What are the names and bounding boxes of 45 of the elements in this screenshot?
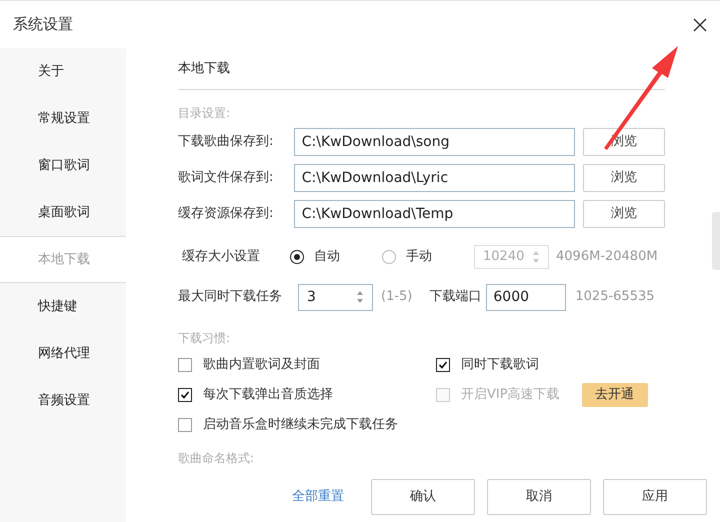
range-hint: (1-5): [381, 288, 412, 306]
task-count-field[interactable]: 3: [298, 284, 373, 310]
field-label: 下载端口: [429, 288, 482, 306]
dialog-button[interactable]: 取消: [487, 479, 591, 515]
field-label: 最大同时下载任务: [178, 288, 283, 306]
port-field[interactable]: 6000: [486, 284, 566, 310]
browse-button[interactable]: 浏览: [583, 164, 665, 192]
window-title: 系统设置: [13, 14, 73, 36]
radio-button[interactable]: [382, 250, 396, 264]
sidebar-item[interactable]: 快捷键: [0, 283, 126, 330]
dialog-button[interactable]: 应用: [603, 479, 707, 515]
radio-label: 手动: [406, 248, 432, 266]
checkbox[interactable]: [178, 388, 192, 402]
field-label: 缓存大小设置: [181, 248, 261, 266]
sidebar-item[interactable]: 网络代理: [0, 330, 126, 377]
checkbox[interactable]: [178, 358, 192, 372]
range-hint: 4096M-20480M: [556, 248, 658, 266]
path-field[interactable]: C:\KwDownload\Temp: [294, 200, 576, 228]
sidebar-item[interactable]: 窗口歌词: [0, 142, 126, 189]
checkbox-label: 歌曲内置歌词及封面: [203, 356, 320, 374]
checkbox-label: 开启VIP高速下载: [461, 386, 560, 404]
group-label: 歌曲命名格式:: [178, 450, 256, 467]
group-label: 下载习惯:: [178, 330, 232, 347]
checkbox-label: 启动音乐盒时继续未完成下载任务: [203, 416, 398, 434]
field-label: 歌词文件保存到:: [178, 169, 274, 188]
path-field[interactable]: C:\KwDownload\Lyric: [294, 164, 576, 192]
field-label: 缓存资源保存到:: [178, 205, 274, 224]
sidebar-item[interactable]: 关于: [0, 48, 126, 95]
reset-link[interactable]: 全部重置: [292, 479, 344, 515]
radio-button[interactable]: [290, 250, 304, 264]
radio-label: 自动: [314, 248, 340, 266]
browse-button[interactable]: 浏览: [583, 200, 665, 228]
sidebar-item[interactable]: 桌面歌词: [0, 189, 126, 236]
checkbox[interactable]: [436, 358, 450, 372]
checkbox-label: 同时下载歌词: [461, 356, 539, 374]
sidebar-item[interactable]: 音频设置: [0, 377, 126, 424]
sidebar-item[interactable]: 常规设置: [0, 95, 126, 142]
path-field[interactable]: C:\KwDownload\song: [294, 128, 576, 156]
checkbox-label: 每次下载弹出音质选择: [203, 386, 333, 404]
dialog-button[interactable]: 确认: [371, 479, 475, 515]
field-label: 下载歌曲保存到:: [178, 133, 274, 152]
range-hint: 1025-65535: [575, 288, 655, 306]
group-label: 目录设置:: [178, 105, 232, 122]
checkbox[interactable]: [178, 418, 192, 432]
close-icon[interactable]: [692, 16, 708, 32]
